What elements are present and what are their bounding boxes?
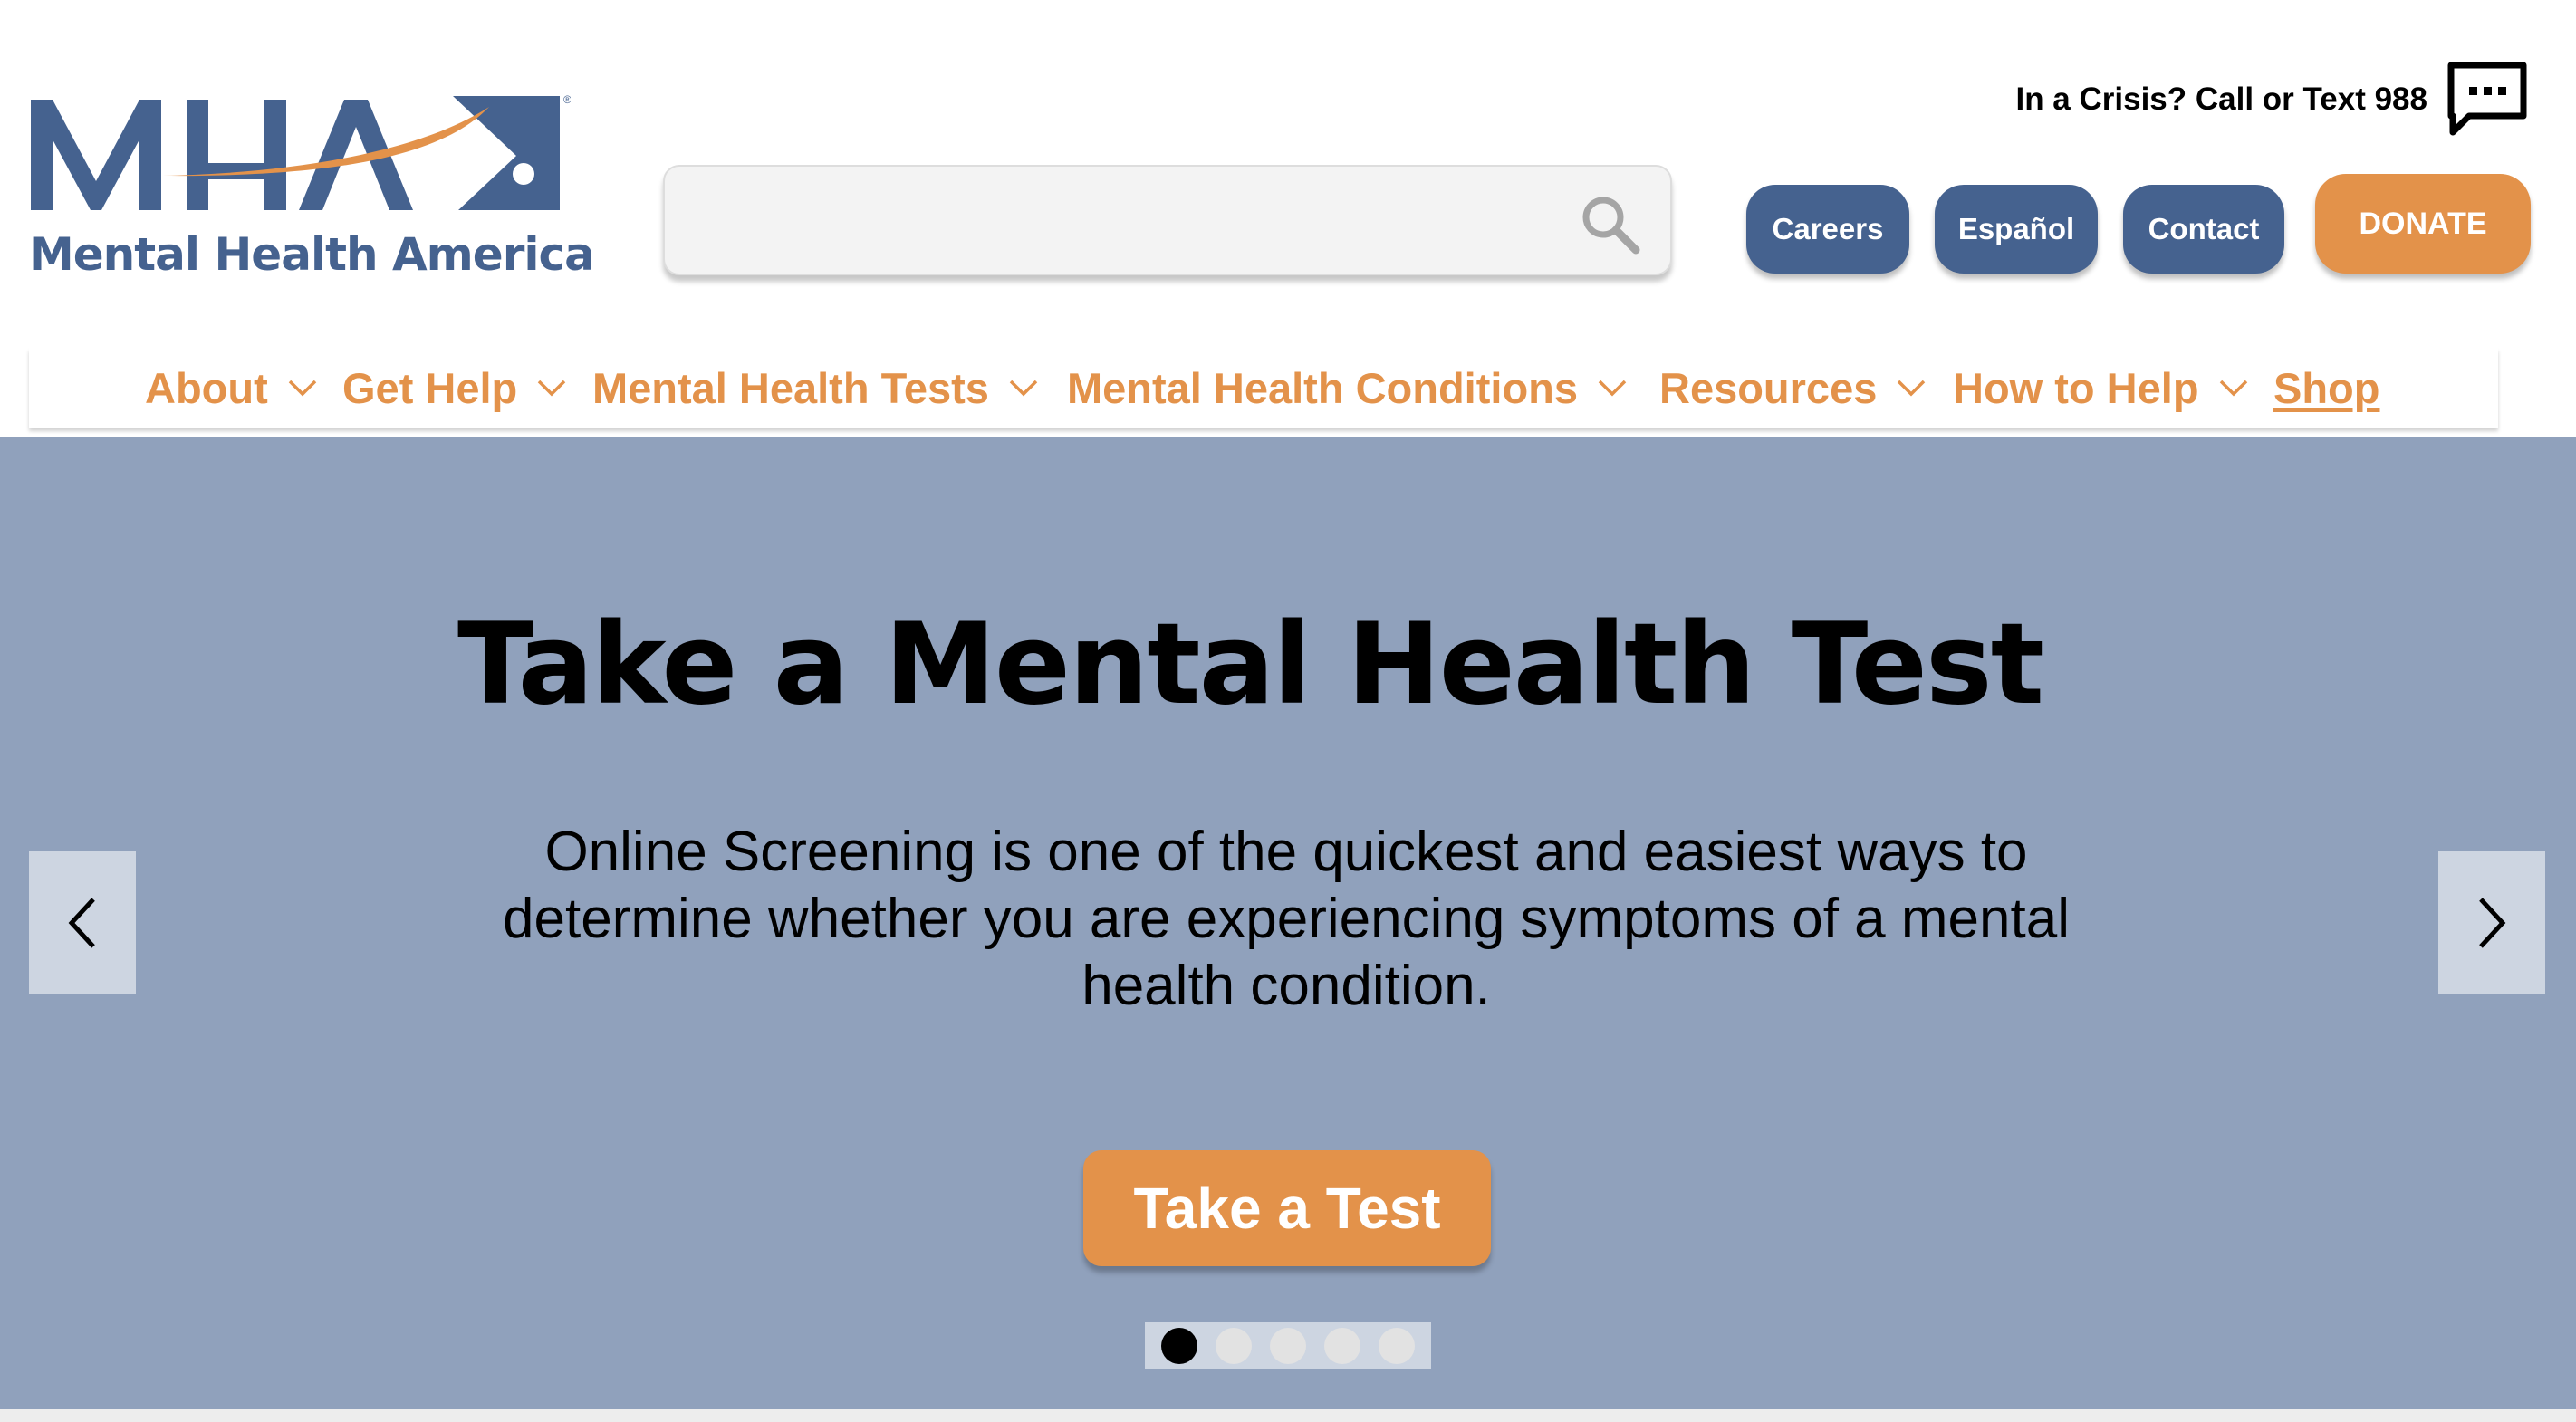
nav-item-mental-health-tests[interactable]: Mental Health Tests	[592, 348, 1038, 428]
nav-item-about[interactable]: About	[145, 348, 317, 428]
search-icon[interactable]	[1578, 192, 1643, 257]
hero-title: Take a Mental Health Test	[457, 600, 2044, 730]
nav-item-resources[interactable]: Resources	[1659, 348, 1926, 428]
donate-button[interactable]: DONATE	[2315, 174, 2531, 274]
chevron-down-icon	[1598, 380, 1627, 397]
main-nav: About Get Help Mental Health Tests Menta…	[29, 348, 2498, 428]
nav-item-label: Shop	[2273, 363, 2380, 412]
nav-item-shop[interactable]: Shop	[2273, 348, 2379, 428]
espanol-button[interactable]: Español	[1935, 185, 2098, 274]
carousel-dot-3[interactable]	[1270, 1328, 1306, 1364]
carousel-prev-button[interactable]	[29, 851, 136, 994]
chat-icon[interactable]	[2446, 60, 2529, 139]
logo-name: Mental Health America	[29, 228, 595, 281]
svg-text:®: ®	[563, 93, 571, 106]
chevron-down-icon	[1009, 380, 1038, 397]
hero-text: Online Screening is one of the quickest …	[503, 821, 2070, 1017]
section-divider	[0, 1409, 2576, 1422]
carousel-dot-5[interactable]	[1379, 1328, 1415, 1364]
take-a-test-button[interactable]: Take a Test	[1083, 1150, 1491, 1266]
nav-item-label: Resources	[1659, 363, 1878, 412]
chevron-down-icon	[2219, 380, 2247, 397]
carousel-pagination	[1145, 1322, 1431, 1369]
carousel-dot-2[interactable]	[1216, 1328, 1252, 1364]
carousel-next-button[interactable]	[2438, 851, 2545, 994]
nav-item-mental-health-conditions[interactable]: Mental Health Conditions	[1067, 348, 1627, 428]
chevron-right-icon	[2479, 898, 2506, 948]
hero-carousel: Take a Mental Health Test Online Screeni…	[0, 437, 2576, 1409]
chevron-down-icon	[288, 380, 316, 397]
carousel-dot-1[interactable]	[1161, 1328, 1197, 1364]
nav-item-get-help[interactable]: Get Help	[342, 348, 566, 428]
nav-item-label: Get Help	[342, 363, 518, 412]
chevron-left-icon	[68, 898, 95, 948]
logo[interactable]: ® Mental Health America	[27, 91, 595, 290]
nav-item-label: Mental Health Conditions	[1067, 363, 1578, 412]
carousel-dot-4[interactable]	[1324, 1328, 1360, 1364]
chevron-down-icon	[1898, 380, 1926, 397]
careers-button[interactable]: Careers	[1746, 185, 1909, 274]
contact-button[interactable]: Contact	[2123, 185, 2284, 274]
nav-item-label: How to Help	[1953, 363, 2199, 412]
search-input[interactable]	[687, 167, 1560, 275]
nav-item-how-to-help[interactable]: How to Help	[1953, 348, 2248, 428]
logo-mark-icon: ®	[31, 93, 571, 210]
search-box[interactable]	[663, 165, 1672, 275]
nav-item-label: About	[145, 363, 268, 412]
chevron-down-icon	[538, 380, 566, 397]
nav-item-label: Mental Health Tests	[592, 363, 989, 412]
crisis-text[interactable]: In a Crisis? Call or Text 988	[1920, 82, 2427, 118]
